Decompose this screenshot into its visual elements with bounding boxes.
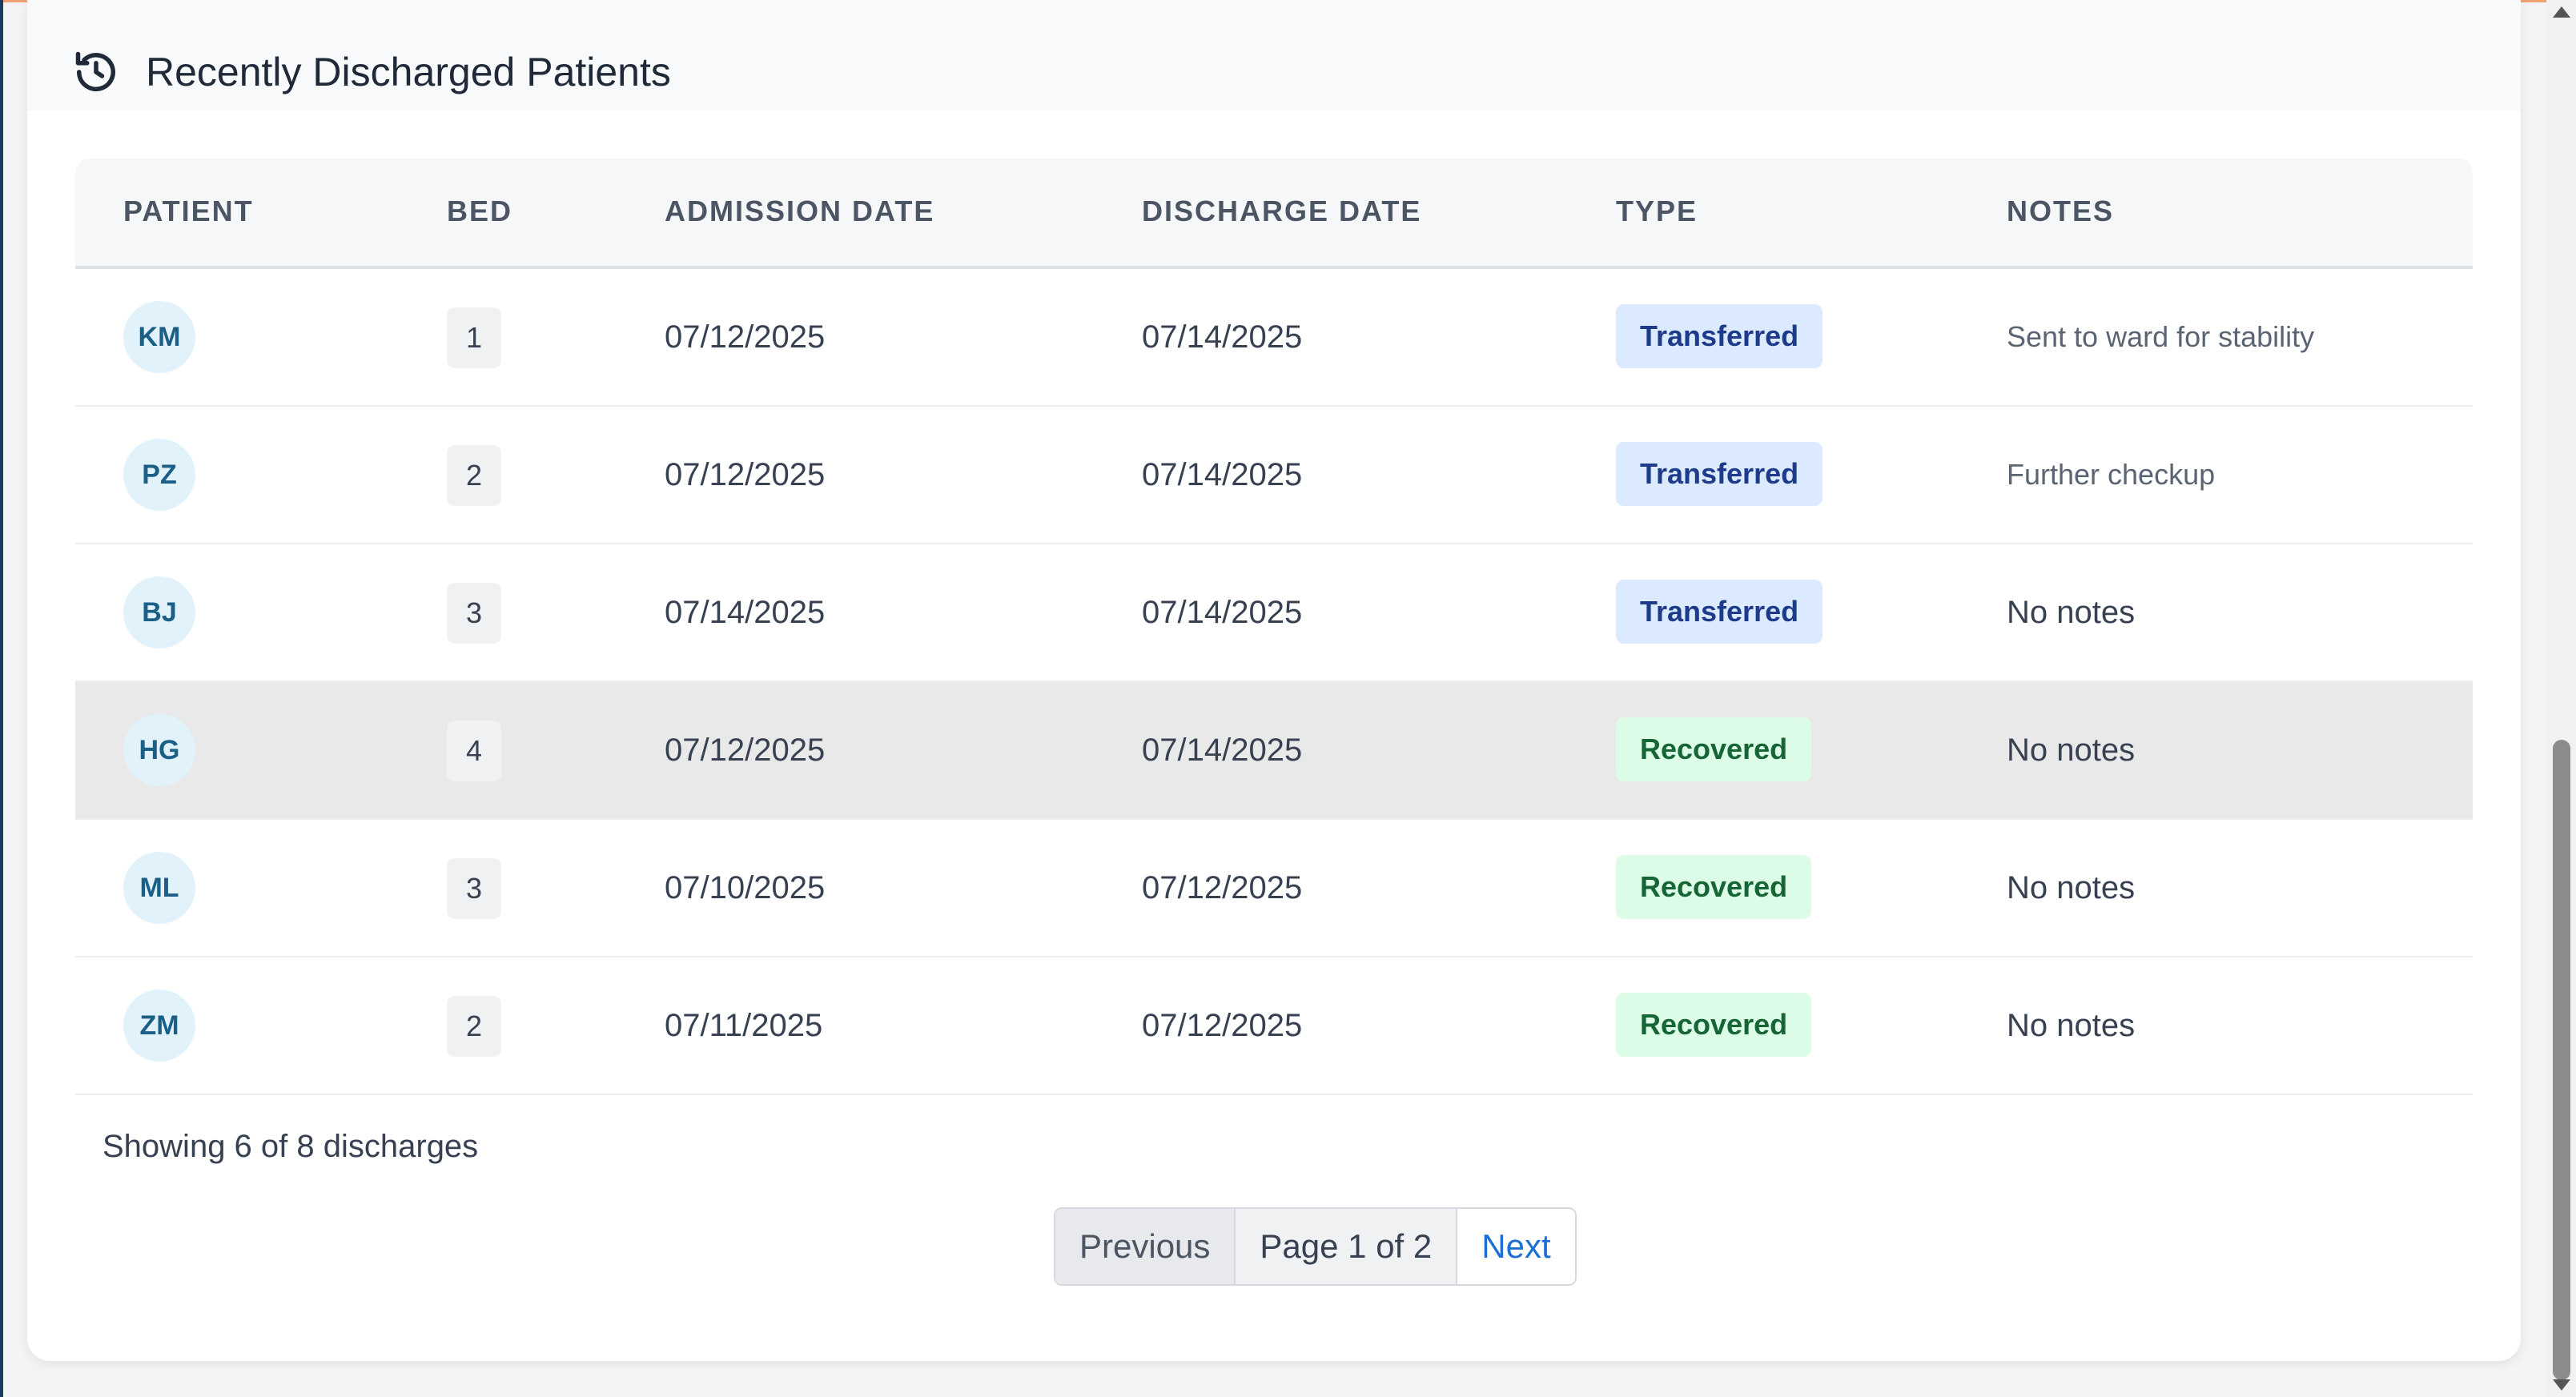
discharged-patients-card: Recently Discharged Patients PATIENT BED… <box>27 0 2521 1361</box>
table-row[interactable]: KM 1 07/12/2025 07/14/2025 Transferred S… <box>75 269 2473 407</box>
table-row[interactable]: ML 3 07/10/2025 07/12/2025 Recovered No … <box>75 820 2473 957</box>
column-header-discharge-date: DISCHARGE DATE <box>1142 195 1422 227</box>
left-edge-rule <box>0 0 3 1397</box>
admission-date: 07/14/2025 <box>665 595 826 630</box>
admission-date: 07/12/2025 <box>665 733 826 768</box>
notes-text: Further checkup <box>2007 458 2216 491</box>
bed-number: 3 <box>447 858 502 919</box>
column-header-patient: PATIENT <box>123 195 254 227</box>
table-row[interactable]: PZ 2 07/12/2025 07/14/2025 Transferred F… <box>75 407 2473 544</box>
patient-avatar: BJ <box>123 576 195 648</box>
column-header-bed: BED <box>447 195 513 227</box>
results-count: Showing 6 of 8 discharges <box>102 1129 479 1164</box>
history-icon <box>75 51 115 92</box>
scroll-down-arrow-icon[interactable] <box>2553 1379 2570 1391</box>
table-row[interactable]: BJ 3 07/14/2025 07/14/2025 Transferred N… <box>75 544 2473 682</box>
scrollbar-thumb[interactable] <box>2553 740 2570 1380</box>
column-header-notes: NOTES <box>2007 195 2115 227</box>
column-header-type: TYPE <box>1616 195 1698 227</box>
previous-page-button[interactable]: Previous <box>1055 1209 1236 1284</box>
table-row[interactable]: HG 4 07/12/2025 07/14/2025 Recovered No … <box>75 682 2473 820</box>
patient-avatar: PZ <box>123 439 195 511</box>
notes-text: Sent to ward for stability <box>2007 320 2315 353</box>
type-badge: Transferred <box>1616 580 1823 644</box>
bed-number: 1 <box>447 307 502 368</box>
type-badge: Recovered <box>1616 717 1812 781</box>
admission-date: 07/12/2025 <box>665 457 826 492</box>
bed-number: 2 <box>447 445 502 506</box>
bed-number: 4 <box>447 721 502 781</box>
admission-date: 07/10/2025 <box>665 870 826 905</box>
patient-avatar: KM <box>123 301 195 373</box>
discharge-date: 07/14/2025 <box>1142 319 1303 355</box>
pagination: Previous Page 1 of 2 Next <box>1054 1207 1577 1286</box>
discharge-date: 07/14/2025 <box>1142 595 1303 630</box>
patient-avatar: HG <box>123 714 195 786</box>
table-row[interactable]: ZM 2 07/11/2025 07/12/2025 Recovered No … <box>75 957 2473 1095</box>
type-badge: Transferred <box>1616 304 1823 368</box>
vertical-scrollbar[interactable] <box>2546 0 2576 1397</box>
type-badge: Recovered <box>1616 855 1812 919</box>
discharges-table: PATIENT BED ADMISSION DATE DISCHARGE DAT… <box>75 159 2473 1095</box>
bed-number: 3 <box>447 583 502 644</box>
page-indicator: Page 1 of 2 <box>1236 1209 1458 1284</box>
patient-avatar: ZM <box>123 990 195 1062</box>
next-page-button[interactable]: Next <box>1457 1209 1575 1284</box>
column-header-admission-date: ADMISSION DATE <box>665 195 935 227</box>
section-title: Recently Discharged Patients <box>146 50 671 94</box>
discharge-date: 07/14/2025 <box>1142 733 1303 768</box>
bed-number: 2 <box>447 996 502 1057</box>
discharge-date: 07/12/2025 <box>1142 870 1303 905</box>
type-badge: Recovered <box>1616 993 1812 1057</box>
notes-text: No notes <box>2007 870 2136 905</box>
notes-text: No notes <box>2007 595 2136 630</box>
scroll-up-arrow-icon[interactable] <box>2553 6 2570 18</box>
table-header: PATIENT BED ADMISSION DATE DISCHARGE DAT… <box>75 159 2473 269</box>
notes-text: No notes <box>2007 1008 2136 1043</box>
notes-text: No notes <box>2007 733 2136 768</box>
discharge-date: 07/14/2025 <box>1142 457 1303 492</box>
admission-date: 07/11/2025 <box>665 1008 823 1043</box>
discharge-date: 07/12/2025 <box>1142 1008 1303 1043</box>
patient-avatar: ML <box>123 852 195 924</box>
card-header: Recently Discharged Patients <box>27 0 2521 110</box>
admission-date: 07/12/2025 <box>665 319 826 355</box>
type-badge: Transferred <box>1616 442 1823 506</box>
